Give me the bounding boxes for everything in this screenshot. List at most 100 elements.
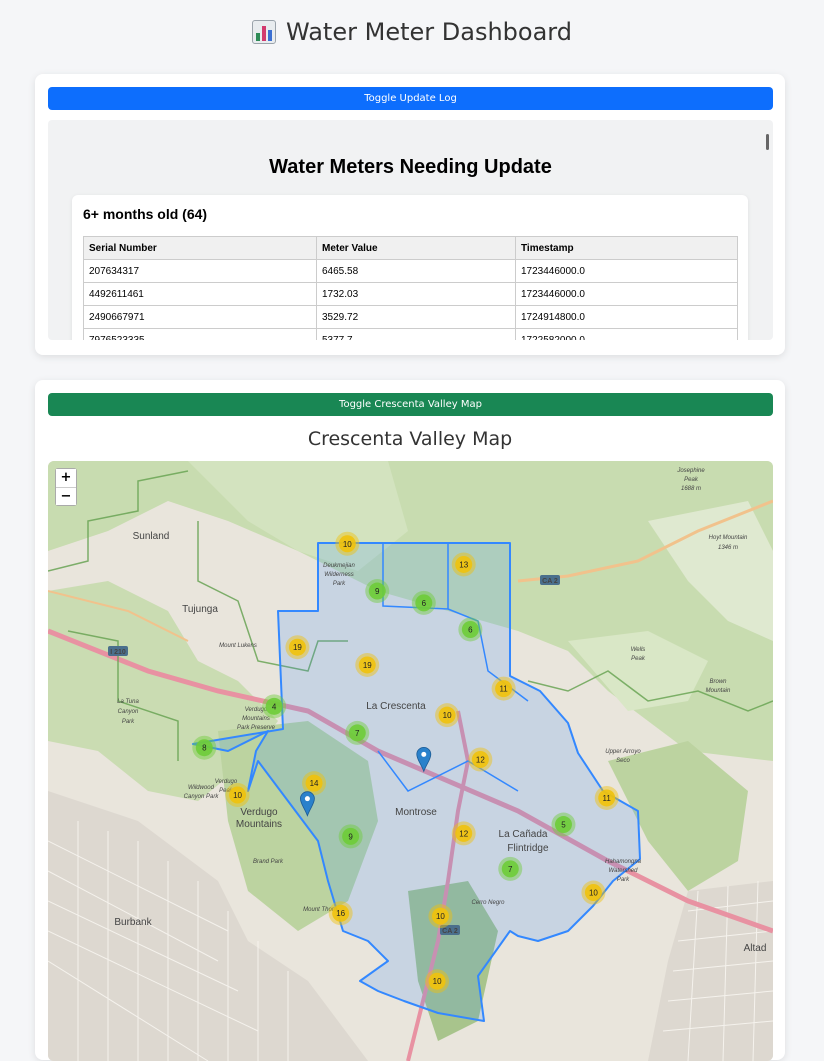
zoom-in-button[interactable]: + (56, 469, 76, 487)
map-place-label: Sunland (133, 531, 170, 542)
page-title-text: Water Meter Dashboard (286, 18, 572, 46)
map-place-label: Tujunga (182, 604, 218, 615)
map-place-label: Hoyt Mountain (709, 535, 748, 541)
marker-cluster[interactable]: 16 (328, 901, 353, 926)
marker-cluster[interactable]: 10 (428, 904, 453, 929)
marker-cluster[interactable]: 9 (365, 579, 390, 604)
marker-cluster[interactable]: 5 (551, 812, 576, 837)
cluster-count: 14 (310, 779, 319, 788)
map-place-label: 1688 m (681, 486, 701, 492)
section-heading: 6+ months old (64) (83, 206, 208, 222)
marker-cluster[interactable]: 12 (468, 747, 493, 772)
serial-cell: 2490667971 (83, 305, 317, 329)
cluster-count: 6 (468, 625, 473, 634)
map-place-label: Canyon Park (184, 794, 220, 800)
cluster-count: 12 (476, 756, 485, 765)
map-place-label: Cerro Negro (471, 900, 505, 906)
stale-meters-section: 6+ months old (64) Serial Number Meter V… (72, 195, 748, 340)
meters-table: Serial Number Meter Value Timestamp 2076… (83, 236, 738, 340)
cluster-count: 7 (508, 865, 513, 874)
marker-cluster[interactable]: 10 (581, 880, 606, 905)
cluster-count: 13 (459, 560, 468, 569)
map-place-label: Park (122, 719, 135, 725)
cluster-count: 16 (336, 909, 345, 918)
marker-cluster[interactable]: 4 (262, 694, 287, 719)
marker-cluster[interactable]: 11 (491, 676, 516, 701)
marker-cluster[interactable]: 11 (594, 785, 619, 810)
bar-chart-icon (252, 20, 277, 44)
cluster-count: 9 (348, 832, 353, 841)
zoom-out-button[interactable]: − (56, 487, 76, 505)
marker-cluster[interactable]: 13 (451, 552, 476, 577)
map-place-label: Brand Park (253, 859, 284, 865)
map-place-label: Peak (631, 656, 646, 662)
marker-cluster[interactable]: 10 (335, 531, 360, 556)
marker-cluster[interactable]: 12 (451, 821, 476, 846)
map-place-label: Park Preserve (237, 725, 276, 731)
map-place-label: Wells (631, 647, 646, 653)
meter-value-cell: 1732.03 (316, 282, 516, 306)
map-place-label: Peak (684, 477, 699, 483)
map-place-label: I 210 (110, 649, 126, 656)
column-header-serial: Serial Number (83, 236, 317, 260)
cluster-count: 10 (433, 977, 442, 986)
map-place-label: Canyon (118, 709, 139, 715)
marker-cluster[interactable]: 10 (435, 703, 460, 728)
update-log-panel[interactable]: Water Meters Needing Update 6+ months ol… (48, 120, 773, 340)
marker-cluster[interactable]: 10 (225, 782, 250, 807)
meter-value-cell: 5377.7 (316, 328, 516, 340)
map-place-label: Brown (709, 679, 727, 685)
map-place-label: La Cañada (499, 829, 548, 840)
cluster-count: 4 (272, 702, 277, 711)
cluster-count: 9 (375, 587, 380, 596)
map-place-label: Park (333, 581, 346, 587)
table-row: 2490667971 3529.72 1724914800.0 (83, 305, 738, 329)
cluster-count: 10 (436, 912, 445, 921)
marker-cluster[interactable]: 7 (345, 720, 370, 745)
map-place-label: Montrose (395, 807, 437, 818)
map-place-label: CA 2 (542, 578, 558, 585)
cluster-count: 10 (343, 540, 352, 549)
map-canvas[interactable]: Sunland Tujunga La Crescenta Montrose La Cañ… (48, 461, 773, 1061)
cluster-count: 19 (363, 661, 372, 670)
map-place-label: Wildwood (188, 785, 215, 791)
cluster-count: 8 (202, 744, 207, 753)
cluster-count: 7 (355, 729, 360, 738)
map-place-label: Verdugo (240, 807, 278, 818)
map-view[interactable]: Sunland Tujunga La Crescenta Montrose La Cañ… (48, 461, 773, 1061)
map-card: Toggle Crescenta Valley Map Crescenta Va… (35, 380, 785, 1061)
map-place-label: Seco (616, 758, 630, 764)
timestamp-cell: 1723446000.0 (515, 282, 738, 306)
map-place-label: Deukmejian (323, 563, 355, 569)
map-place-label: 1346 m (718, 545, 738, 551)
column-header-timestamp: Timestamp (515, 236, 738, 260)
table-row: 7976523335 5377.7 1722582000.0 (83, 328, 738, 340)
cluster-count: 19 (293, 643, 302, 652)
toggle-map-button[interactable]: Toggle Crescenta Valley Map (48, 393, 773, 416)
table-header-row: Serial Number Meter Value Timestamp (83, 236, 738, 260)
scrollbar-thumb[interactable] (766, 134, 769, 150)
map-title: Crescenta Valley Map (307, 428, 513, 450)
map-place-label: La Tuna (117, 699, 139, 705)
marker-cluster[interactable]: 10 (425, 969, 450, 994)
cluster-count: 11 (603, 794, 612, 803)
marker-cluster[interactable]: 6 (458, 617, 483, 642)
map-place-label: La Crescenta (366, 701, 426, 712)
cluster-count: 5 (561, 821, 566, 830)
map-place-label: Flintridge (507, 843, 549, 854)
marker-cluster[interactable]: 6 (411, 590, 436, 615)
map-place-label: Josephine (676, 468, 705, 474)
marker-cluster[interactable]: 8 (192, 735, 217, 760)
serial-cell: 4492611461 (83, 282, 317, 306)
map-place-label: Wilderness (324, 572, 354, 578)
marker-cluster[interactable]: 19 (355, 652, 380, 677)
marker-cluster[interactable]: 9 (338, 824, 363, 849)
toggle-update-log-button[interactable]: Toggle Update Log (48, 87, 773, 110)
marker-cluster[interactable]: 19 (285, 635, 310, 660)
cluster-count: 11 (499, 685, 508, 694)
cluster-count: 6 (422, 599, 427, 608)
marker-cluster[interactable]: 7 (498, 856, 523, 881)
map-place-label: Hahamongna (605, 859, 642, 865)
map-place-label: Mount Lukens (219, 643, 257, 649)
timestamp-cell: 1722582000.0 (515, 328, 738, 340)
